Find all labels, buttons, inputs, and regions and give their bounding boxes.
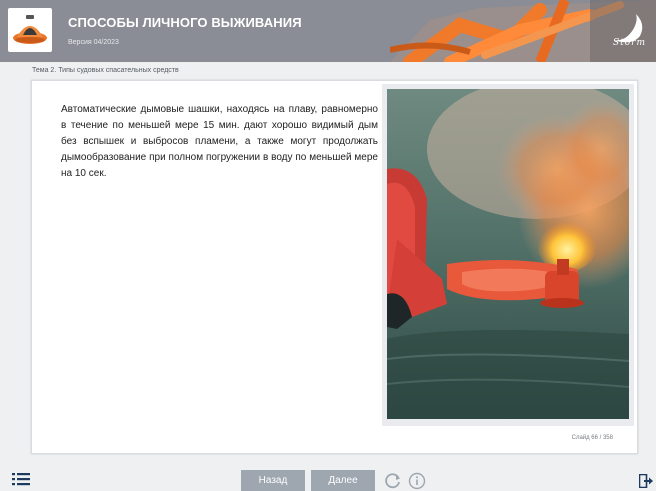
app-header: СПОСОБЫ ЛИЧНОГО ВЫЖИВАНИЯ Версия 04/2023… xyxy=(0,0,656,62)
photo-frame xyxy=(382,84,634,426)
slide-text: Автоматические дымовые шашки, находясь н… xyxy=(61,104,378,179)
liferaft-icon xyxy=(13,15,47,44)
brand-name: Storm xyxy=(612,38,646,48)
next-button[interactable]: Далее xyxy=(311,470,375,491)
app-title: СПОСОБЫ ЛИЧНОГО ВЫЖИВАНИЯ xyxy=(68,15,302,30)
slide-counter: Слайд 66 / 358 xyxy=(571,435,613,441)
list-menu-icon[interactable] xyxy=(12,472,30,486)
app-version: Версия 04/2023 xyxy=(68,39,119,46)
back-button[interactable]: Назад xyxy=(241,470,305,491)
smoke-signal-photo xyxy=(387,89,629,419)
refresh-icon[interactable] xyxy=(384,472,402,490)
exit-icon[interactable] xyxy=(639,474,653,488)
info-icon[interactable] xyxy=(408,472,426,490)
course-logo xyxy=(8,8,52,52)
slide-card: Автоматические дымовые шашки, находясь н… xyxy=(31,80,638,454)
breadcrumb: Тема 2. Типы судовых спасательных средст… xyxy=(32,67,179,74)
